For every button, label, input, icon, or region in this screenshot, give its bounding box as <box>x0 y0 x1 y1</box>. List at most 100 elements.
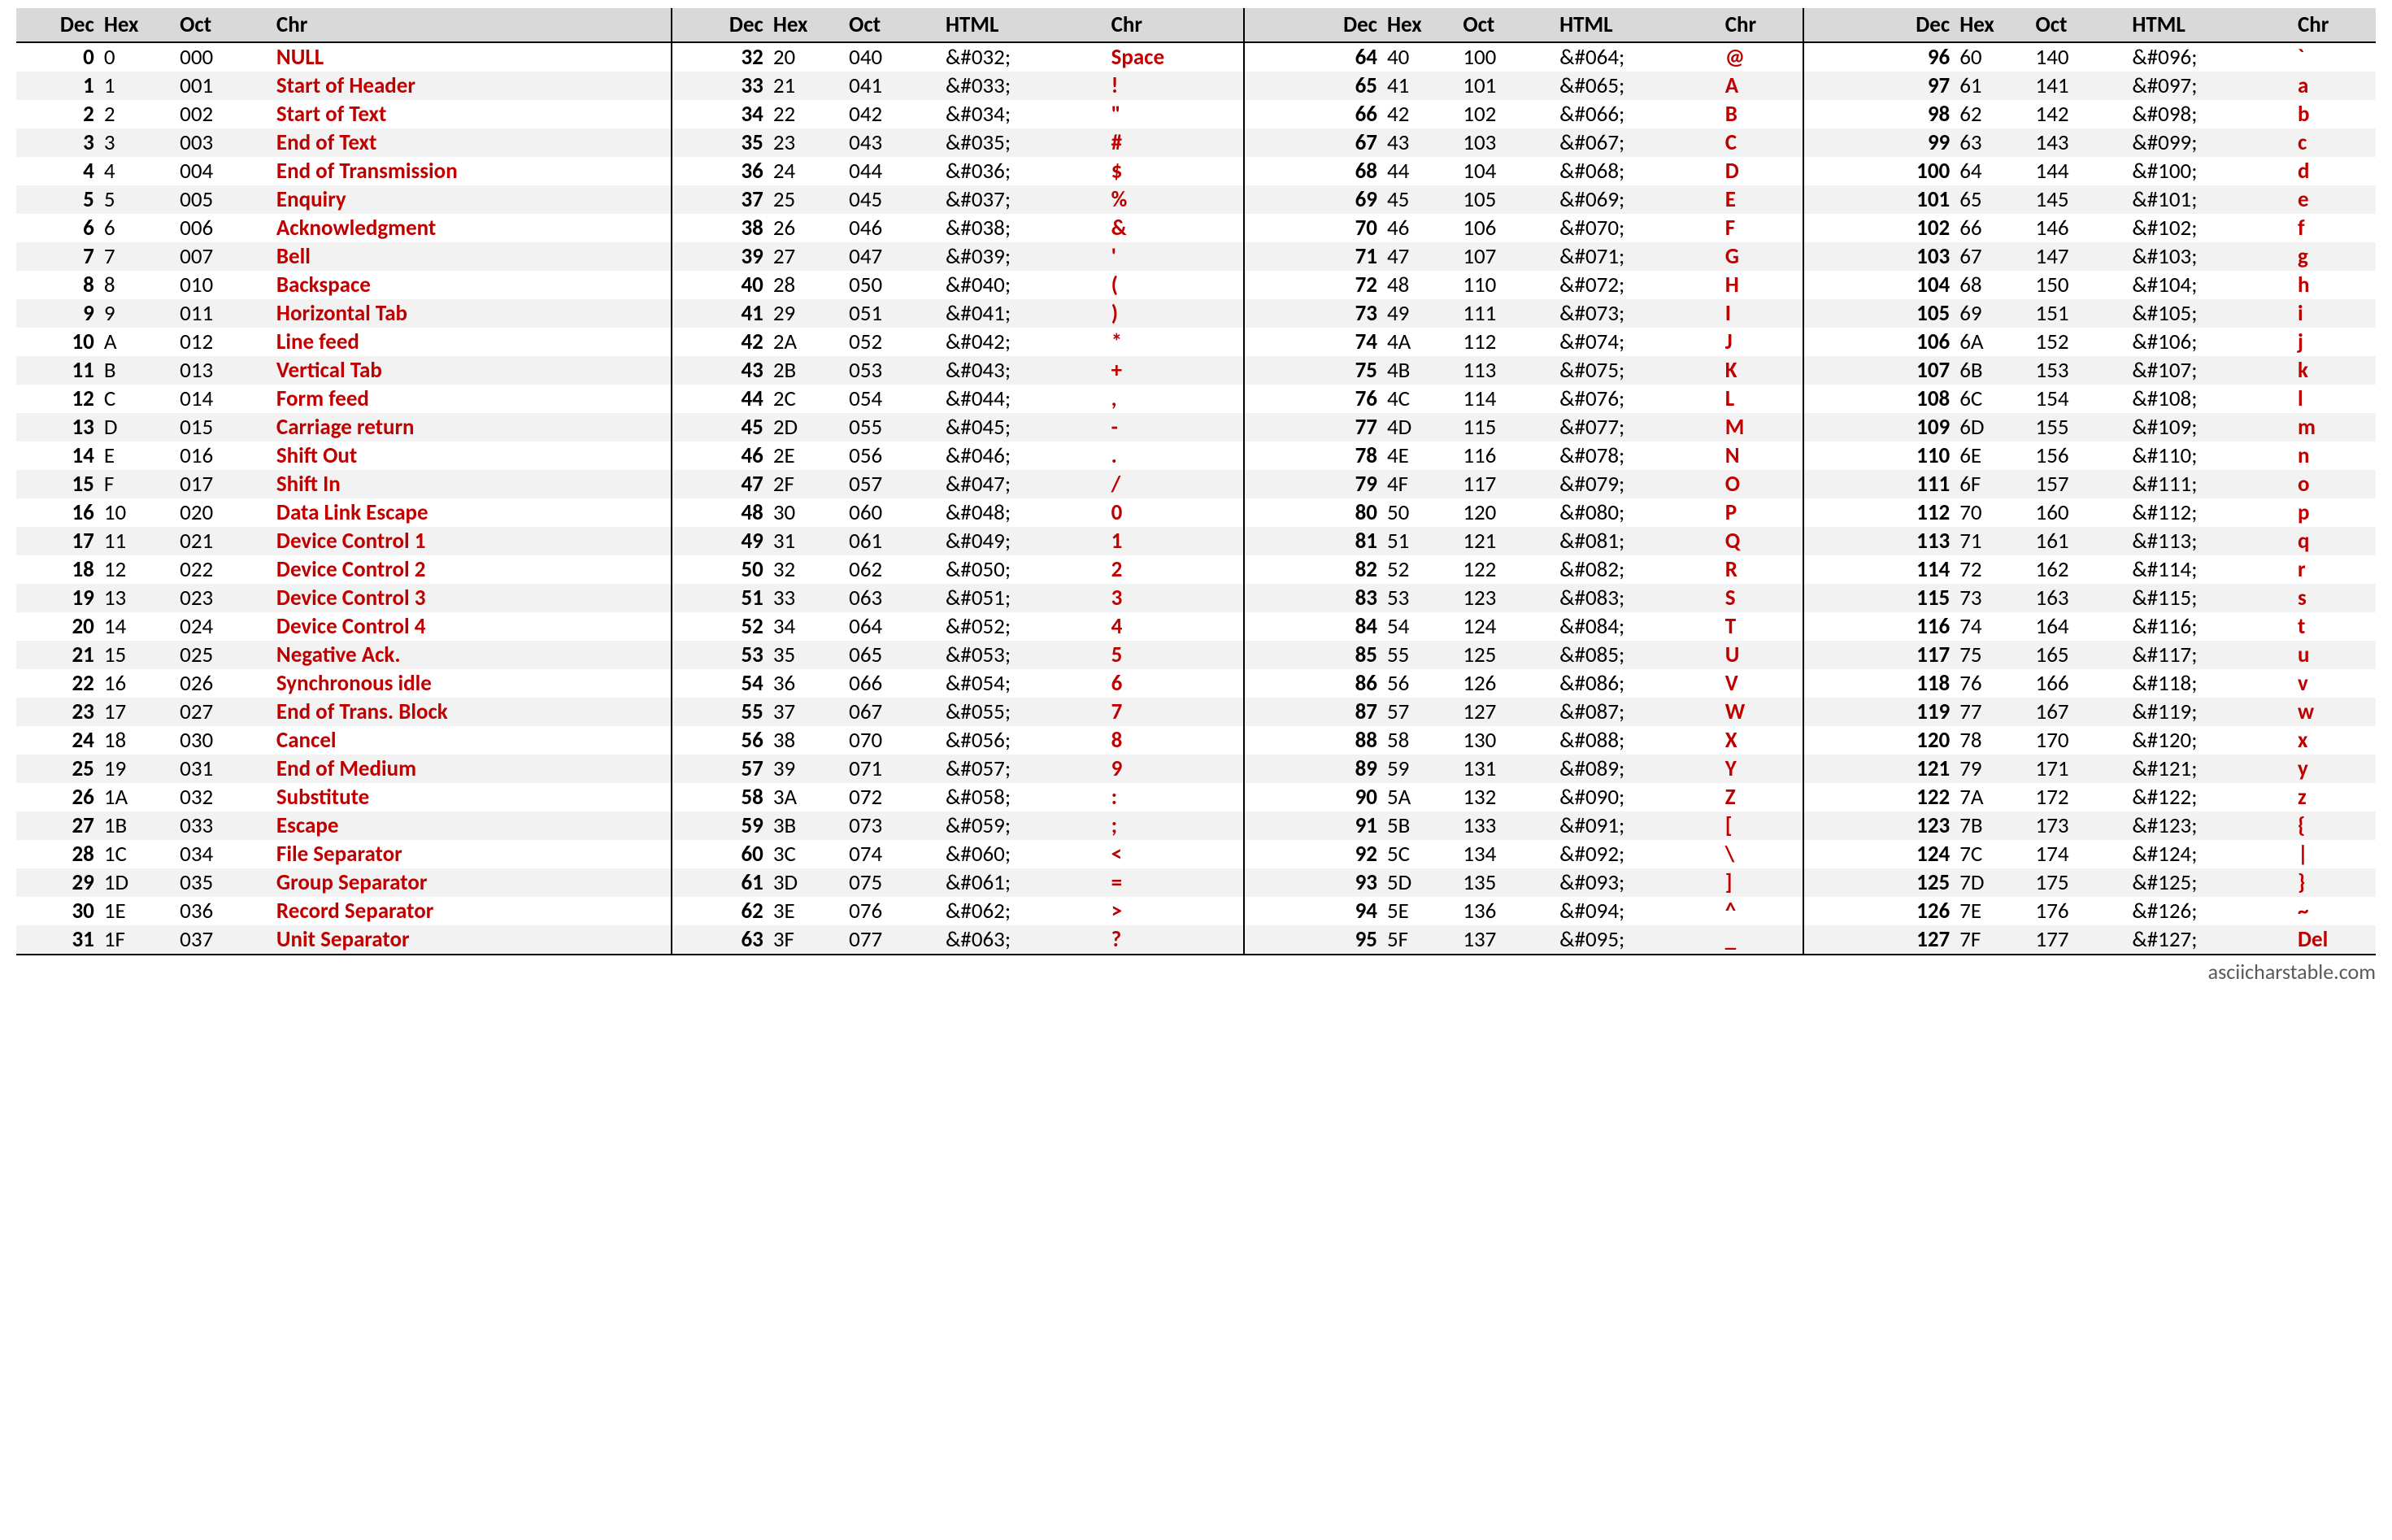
cell-oct: 170 <box>2031 726 2128 755</box>
cell-html: &#074; <box>1555 328 1720 356</box>
col-dec: Dec <box>1858 8 1955 42</box>
cell-html: &#097; <box>2127 72 2293 100</box>
cell-dec: 75 <box>1299 356 1382 385</box>
cell-chr: j <box>2293 328 2376 356</box>
cell-hex: 2D <box>768 413 844 442</box>
cell-hex: 26 <box>768 214 844 242</box>
cell-dec: 62 <box>672 897 768 925</box>
cell-oct: 070 <box>844 726 941 755</box>
cell-hex: 3A <box>768 783 844 811</box>
cell-dec: 104 <box>1858 271 1955 299</box>
cell-hex: 3B <box>768 811 844 840</box>
cell-html: &#061; <box>941 868 1107 897</box>
cell-hex: 36 <box>768 669 844 698</box>
cell-oct: 135 <box>1458 868 1555 897</box>
cell-oct: 054 <box>844 385 941 413</box>
gap <box>1803 242 1859 271</box>
gap <box>1803 840 1859 868</box>
cell-chr: 0 <box>1107 498 1245 527</box>
cell-dec: 64 <box>1299 42 1382 72</box>
cell-dec: 91 <box>1299 811 1382 840</box>
cell-dec: 42 <box>672 328 768 356</box>
cell-oct: 163 <box>2031 584 2128 612</box>
cell-oct: 037 <box>175 925 272 955</box>
cell-chr: g <box>2293 242 2376 271</box>
cell-chr: File Separator <box>272 840 672 868</box>
cell-hex: 60 <box>1955 42 2030 72</box>
cell-hex: 8 <box>99 271 175 299</box>
cell-chr: 7 <box>1107 698 1245 726</box>
cell-chr: s <box>2293 584 2376 612</box>
cell-hex: C <box>99 385 175 413</box>
col-html: HTML <box>1555 8 1720 42</box>
cell-dec: 24 <box>16 726 99 755</box>
gap <box>1244 42 1299 72</box>
cell-chr: Device Control 1 <box>272 527 672 555</box>
cell-chr: U <box>1720 641 1803 669</box>
gap <box>1803 527 1859 555</box>
cell-html: &#089; <box>1555 755 1720 783</box>
cell-dec: 94 <box>1299 897 1382 925</box>
gap <box>1803 868 1859 897</box>
cell-dec: 117 <box>1858 641 1955 669</box>
cell-html: &#072; <box>1555 271 1720 299</box>
gap <box>1803 42 1859 72</box>
cell-hex: 30 <box>768 498 844 527</box>
cell-oct: 007 <box>175 242 272 271</box>
gap <box>1803 214 1859 242</box>
cell-chr: , <box>1107 385 1245 413</box>
cell-html: &#113; <box>2127 527 2293 555</box>
cell-hex: B <box>99 356 175 385</box>
cell-hex: 39 <box>768 755 844 783</box>
cell-dec: 39 <box>672 242 768 271</box>
cell-chr: t <box>2293 612 2376 641</box>
cell-hex: 4A <box>1382 328 1458 356</box>
cell-html: &#099; <box>2127 128 2293 157</box>
cell-chr: Escape <box>272 811 672 840</box>
cell-html: &#100; <box>2127 157 2293 185</box>
cell-html: &#117; <box>2127 641 2293 669</box>
cell-dec: 30 <box>16 897 99 925</box>
cell-oct: 166 <box>2031 669 2128 698</box>
cell-chr: K <box>1720 356 1803 385</box>
cell-html: &#105; <box>2127 299 2293 328</box>
cell-html: &#111; <box>2127 470 2293 498</box>
cell-oct: 071 <box>844 755 941 783</box>
cell-hex: 10 <box>99 498 175 527</box>
cell-oct: 032 <box>175 783 272 811</box>
cell-dec: 109 <box>1858 413 1955 442</box>
cell-oct: 142 <box>2031 100 2128 128</box>
cell-chr: T <box>1720 612 1803 641</box>
cell-html: &#073; <box>1555 299 1720 328</box>
cell-html: &#056; <box>941 726 1107 755</box>
gap <box>1244 72 1299 100</box>
cell-hex: 48 <box>1382 271 1458 299</box>
cell-hex: 34 <box>768 612 844 641</box>
gap <box>1803 811 1859 840</box>
col-hex: Hex <box>1382 8 1458 42</box>
cell-chr: | <box>2293 840 2376 868</box>
cell-hex: 13 <box>99 584 175 612</box>
cell-hex: 73 <box>1955 584 2030 612</box>
cell-hex: 38 <box>768 726 844 755</box>
cell-dec: 19 <box>16 584 99 612</box>
cell-oct: 004 <box>175 157 272 185</box>
cell-hex: 7 <box>99 242 175 271</box>
cell-html: &#035; <box>941 128 1107 157</box>
cell-chr: Cancel <box>272 726 672 755</box>
cell-chr: F <box>1720 214 1803 242</box>
cell-hex: 12 <box>99 555 175 584</box>
cell-oct: 165 <box>2031 641 2128 669</box>
cell-dec: 122 <box>1858 783 1955 811</box>
cell-chr: % <box>1107 185 1245 214</box>
cell-hex: A <box>99 328 175 356</box>
gap <box>1244 128 1299 157</box>
table-row: 10A012Line feed422A052&#042;*744A112&#07… <box>16 328 2376 356</box>
cell-hex: 47 <box>1382 242 1458 271</box>
table-row: 33003End of Text3523043&#035;#6743103&#0… <box>16 128 2376 157</box>
cell-dec: 96 <box>1858 42 1955 72</box>
cell-chr: d <box>2293 157 2376 185</box>
cell-dec: 41 <box>672 299 768 328</box>
cell-oct: 013 <box>175 356 272 385</box>
cell-oct: 126 <box>1458 669 1555 698</box>
